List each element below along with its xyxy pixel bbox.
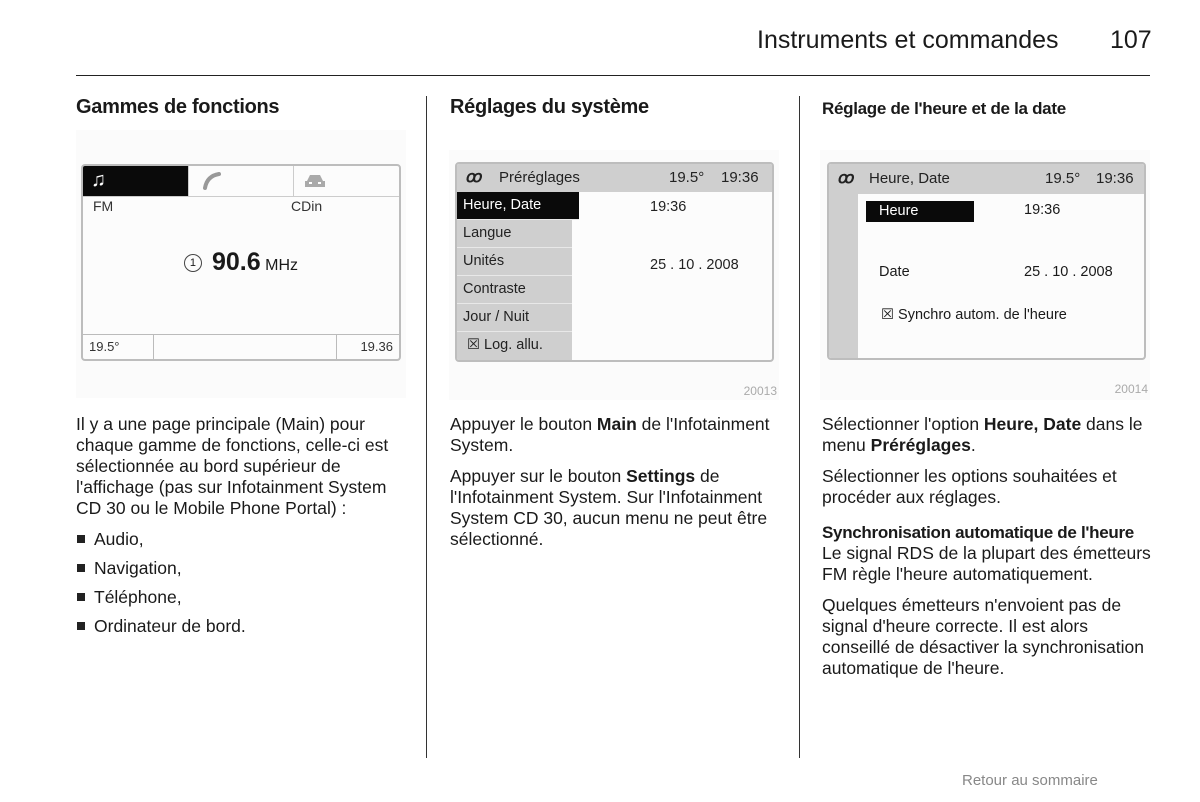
paragraph: Le signal RDS de la plupart des émetteur… <box>822 543 1151 584</box>
hour-value: 19:36 <box>1024 202 1061 218</box>
side-bar <box>829 194 858 358</box>
figure-settings-screen: ꝏ Préréglages 19.5° 19:36 Heure, Date La… <box>449 150 779 400</box>
list-item: Téléphone, <box>76 587 406 608</box>
column-1-text: Il y a une page principale (Main) pour c… <box>76 414 406 645</box>
column-time-date: Réglage de l'heure et de la date <box>822 99 1152 119</box>
header-rule <box>76 75 1150 76</box>
settings-menu: Heure, Date Langue Unités Contraste Jour… <box>457 192 579 360</box>
paragraph: Sélectionner les options souhaitées et p… <box>822 466 1117 507</box>
section-heading: Gammes de fonctions <box>76 96 280 118</box>
column-system-settings: Réglages du système <box>450 96 780 119</box>
tab-phone[interactable] <box>189 166 295 196</box>
settings-wrench-icon: ꝏ <box>837 170 854 187</box>
status-middle <box>154 335 337 359</box>
display-screen: ꝏ Préréglages 19.5° 19:36 Heure, Date La… <box>455 162 774 362</box>
chapter-title: Instruments et commandes <box>757 26 1059 54</box>
phone-icon <box>202 172 221 190</box>
paragraph: Appuyer sur le bouton Settings de l'Info… <box>450 466 768 549</box>
field-date[interactable]: Date <box>879 264 910 280</box>
section-heading: Réglage de l'heure et de la date <box>822 99 1066 118</box>
menu-item-contrast[interactable]: Contraste <box>457 276 572 304</box>
date-value: 25 . 10 . 2008 <box>1024 264 1113 280</box>
music-note-icon: ♫ <box>91 169 106 191</box>
settings-wrench-icon: ꝏ <box>465 169 482 186</box>
tab-audio[interactable]: ♫ <box>83 166 189 196</box>
status-bar: 19.5° 19.36 <box>83 334 399 359</box>
source-right: CDin <box>291 198 323 214</box>
frequency-value: 90.6 <box>211 248 261 276</box>
screen-title: Préréglages <box>499 169 580 186</box>
column-divider <box>799 96 800 758</box>
back-to-contents-link[interactable]: Retour au sommaire <box>962 772 1098 789</box>
figure-number: 20013 <box>743 384 777 398</box>
car-icon <box>305 175 326 187</box>
list-item: Audio, <box>76 529 406 550</box>
list-item: Navigation, <box>76 558 406 579</box>
figure-number: 20014 <box>1114 382 1148 396</box>
column-2-text: Appuyer le bouton Main de l'Infotainment… <box>450 414 780 560</box>
checkbox-checked-icon[interactable]: ☒ <box>881 307 894 323</box>
list-item: Ordinateur de bord. <box>76 616 406 637</box>
paragraph: Quelques émetteurs n'envoient pas de sig… <box>822 595 1144 678</box>
field-hour[interactable]: Heure <box>866 201 974 222</box>
value-date: 25 . 10 . 2008 <box>650 257 739 273</box>
subheading: Synchronisation automatique de l'heure <box>822 523 1134 542</box>
paragraph: Sélectionner l'option Heure, Date dans l… <box>822 414 1143 455</box>
menu-item-day-night[interactable]: Jour / Nuit <box>457 304 572 332</box>
figure-time-date-screen: ꝏ Heure, Date 19.5° 19:36 Heure 19:36 Da… <box>820 150 1150 400</box>
source-left: FM <box>93 198 114 214</box>
menu-item-time-date[interactable]: Heure, Date <box>457 192 579 220</box>
frequency-unit: MHz <box>265 257 298 274</box>
column-3-text: Sélectionner l'option Heure, Date dans l… <box>822 414 1152 689</box>
tab-car[interactable] <box>294 166 399 196</box>
screen-temp: 19.5° <box>669 169 705 186</box>
value-time: 19:36 <box>650 199 687 215</box>
frequency-display: 1 90.6 MHz <box>83 248 399 277</box>
figure-main-screen: ♫ FM CDin 1 90.6 MHz 19.5° 19.36 <box>76 130 406 398</box>
status-temperature: 19.5° <box>83 335 154 359</box>
paragraph: Appuyer le bouton Main de l'Infotainment… <box>450 414 770 455</box>
menu-item-language[interactable]: Langue <box>457 220 572 248</box>
column-function-ranges: Gammes de fonctions <box>76 96 406 119</box>
menu-item-ignition-logic[interactable]: ☒ Log. allu. <box>457 332 572 359</box>
screen-temp: 19.5° <box>1045 170 1081 187</box>
section-heading: Réglages du système <box>450 96 649 118</box>
column-divider <box>426 96 427 758</box>
paragraph: Il y a une page principale (Main) pour c… <box>76 414 389 518</box>
function-list: Audio, Navigation, Téléphone, Ordinateur… <box>76 529 406 637</box>
preset-number: 1 <box>183 254 202 272</box>
display-screen: ꝏ Heure, Date 19.5° 19:36 Heure 19:36 Da… <box>827 162 1146 360</box>
screen-time: 19:36 <box>1096 170 1134 187</box>
screen-title-bar: ꝏ Préréglages 19.5° 19:36 <box>457 164 772 192</box>
screen-title: Heure, Date <box>869 170 950 187</box>
sync-checkbox-row[interactable]: ☒ Synchro autom. de l'heure <box>881 307 1067 323</box>
menu-item-units[interactable]: Unités <box>457 248 572 276</box>
screen-title-bar: ꝏ Heure, Date 19.5° 19:36 <box>829 164 1144 194</box>
screen-time: 19:36 <box>721 169 759 186</box>
page-number: 107 <box>1110 26 1152 54</box>
display-screen: ♫ FM CDin 1 90.6 MHz 19.5° 19.36 <box>81 164 401 361</box>
status-time: 19.36 <box>360 339 393 354</box>
sync-checkbox-label: Synchro autom. de l'heure <box>898 307 1067 323</box>
function-tabs: ♫ <box>83 166 399 197</box>
